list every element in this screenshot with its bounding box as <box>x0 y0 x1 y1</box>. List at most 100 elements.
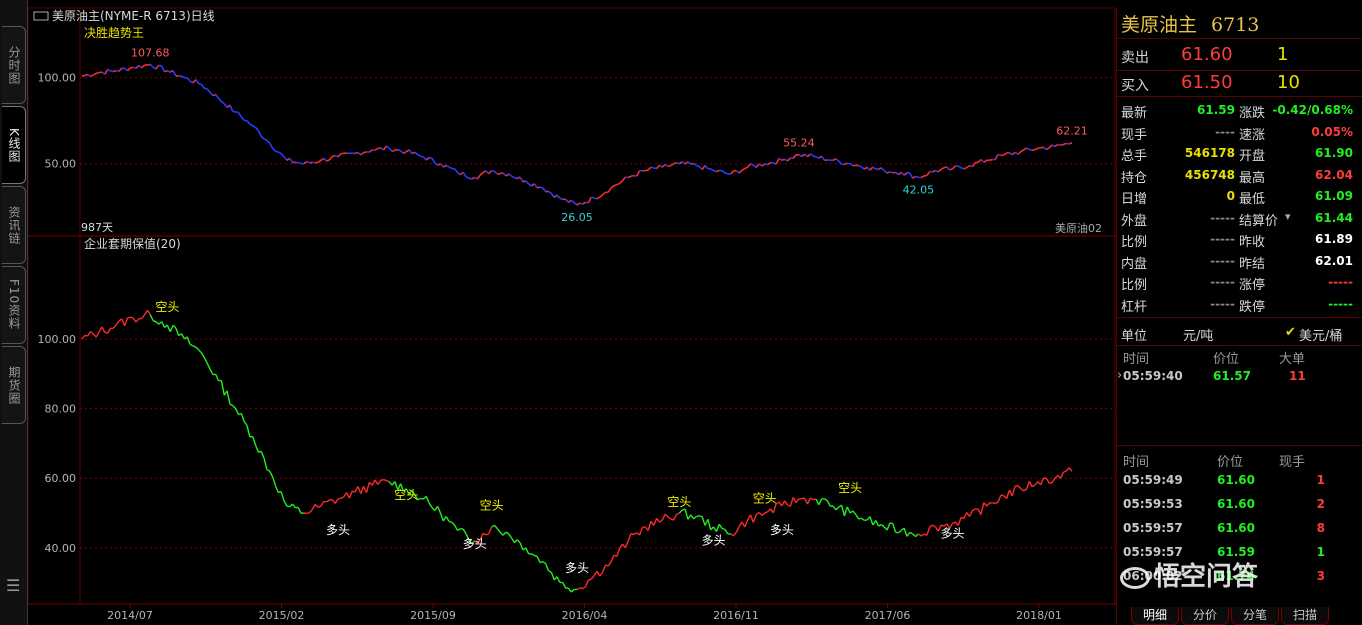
price-segment <box>716 169 720 173</box>
buy-row[interactable]: 买入 61.50 10 <box>1121 72 1359 96</box>
tab-futures-circle[interactable]: 期货圈 <box>2 346 26 424</box>
unit-option-yuan-ton[interactable]: 元/吨 <box>1183 325 1213 344</box>
signal-label: 多头 <box>702 533 726 547</box>
tab-kline-chart[interactable]: K线图 <box>2 106 26 184</box>
hedge-segment <box>195 346 200 351</box>
hedge-segment <box>485 533 490 536</box>
divider <box>1117 70 1362 71</box>
hedge-segment <box>661 513 666 521</box>
bottom-tab[interactable]: 分价 <box>1181 607 1229 625</box>
hedge-segment <box>545 563 550 572</box>
price-segment <box>798 154 803 158</box>
hedge-segment <box>588 578 592 581</box>
hedge-segment <box>189 343 194 347</box>
stat-value: 61.89 <box>1315 232 1353 246</box>
price-segment <box>844 162 848 166</box>
price-segment <box>403 150 407 155</box>
stat-row: 涨跌 -0.42/0.68% <box>1239 100 1353 121</box>
hedge-segment <box>81 335 86 340</box>
hedge-segment <box>180 333 186 340</box>
hedge-segment <box>215 374 220 382</box>
hedge-segment <box>906 531 911 537</box>
bottom-tab-bar: 明细 分价 分笔 扫描 <box>1131 607 1331 625</box>
price-segment <box>915 175 919 179</box>
hedge-segment <box>676 512 680 515</box>
stat-value: ----- <box>1210 275 1235 289</box>
big-trade-time: 05:59:40 <box>1123 369 1183 383</box>
price-segment <box>750 163 754 166</box>
hedge-segment <box>792 497 797 503</box>
x-tick-label: 2015/09 <box>410 609 456 622</box>
bottom-tab[interactable]: 扫描 <box>1281 607 1329 625</box>
price-segment <box>186 77 191 82</box>
hedge-segment <box>1011 485 1016 497</box>
bottom-tab[interactable]: 明细 <box>1131 607 1179 625</box>
hedge-segment <box>755 511 760 516</box>
price-segment <box>237 111 242 118</box>
tick-time: 05:59:53 <box>1123 497 1183 511</box>
stat-row: 现手 ---- <box>1121 122 1235 143</box>
tab-news-chain[interactable]: 资讯链 <box>2 186 26 264</box>
hedge-segment <box>593 570 598 577</box>
hedge-segment <box>280 491 285 502</box>
hedge-segment <box>254 444 260 453</box>
price-segment <box>730 170 735 175</box>
price-segment <box>900 171 905 176</box>
price-segment <box>1054 143 1059 148</box>
price-segment <box>385 145 390 149</box>
kline-chart-svg[interactable]: 美原油主(NYME-R 6713)日线决胜趋势王 987天 美原油02 企业套期保值(… <box>28 0 1116 625</box>
price-segment <box>752 164 757 168</box>
tick-volume: 1 <box>1316 473 1325 487</box>
stat-row: 昨收 61.89 <box>1239 229 1353 250</box>
hedge-segment <box>840 504 846 517</box>
sell-row[interactable]: 卖出 61.60 1 <box>1121 44 1359 68</box>
price-segment <box>326 159 330 162</box>
stat-label: 杠杆 <box>1121 299 1148 315</box>
price-segment <box>616 182 621 186</box>
hedge-segment <box>701 516 706 526</box>
price-segment <box>277 151 282 155</box>
dropdown-icon[interactable]: ▾ <box>1285 210 1291 223</box>
hedge-segment <box>519 542 524 551</box>
stat-value: ----- <box>1210 253 1235 268</box>
price-segment <box>257 130 262 137</box>
unit-option-usd-barrel[interactable]: 美元/桶 <box>1299 325 1342 344</box>
price-segment <box>895 171 899 176</box>
signal-label: 多头 <box>463 537 487 551</box>
price-segment <box>135 64 140 69</box>
price-segment <box>770 161 774 164</box>
tab-f10-data[interactable]: F10资料 <box>2 266 26 344</box>
divider <box>1117 445 1362 446</box>
tab-minute-chart[interactable]: 分时图 <box>2 26 26 104</box>
bottom-tab[interactable]: 分笔 <box>1231 607 1279 625</box>
hedge-segment <box>311 504 316 510</box>
chart-area[interactable]: 美原油主(NYME-R 6713)日线 决胜趋势王 987天 美原油02 企业套期保值(… <box>28 0 1116 625</box>
price-segment <box>514 177 518 180</box>
price-segment <box>647 166 652 171</box>
price-segment <box>863 166 868 170</box>
hedge-segment <box>365 482 371 493</box>
price-segment <box>1020 149 1025 153</box>
price-segment <box>539 186 544 189</box>
hedge-segment <box>306 511 310 515</box>
menu-icon[interactable]: ☰ <box>6 576 20 595</box>
tick-volume: 3 <box>1316 569 1325 583</box>
hedge-segment <box>457 528 461 531</box>
buy-price: 61.50 <box>1181 72 1233 93</box>
hedge-segment <box>809 497 814 501</box>
hedge-segment <box>286 505 290 508</box>
hedge-segment <box>234 408 240 415</box>
link-icon[interactable] <box>33 11 49 21</box>
hedge-segment <box>718 523 723 529</box>
sell-price: 61.60 <box>1181 44 1233 65</box>
price-segment <box>664 163 669 168</box>
stat-label: 最高 <box>1239 170 1266 186</box>
upper-indicator-name: 决胜趋势王 <box>84 25 144 40</box>
price-segment <box>425 156 430 161</box>
hedge-segment <box>952 521 956 525</box>
hedge-segment <box>348 490 353 499</box>
tick-time: 05:59:49 <box>1123 473 1183 487</box>
x-tick-label: 2014/07 <box>107 609 153 622</box>
stat-value: ----- <box>1210 232 1235 246</box>
price-segment <box>659 164 663 168</box>
